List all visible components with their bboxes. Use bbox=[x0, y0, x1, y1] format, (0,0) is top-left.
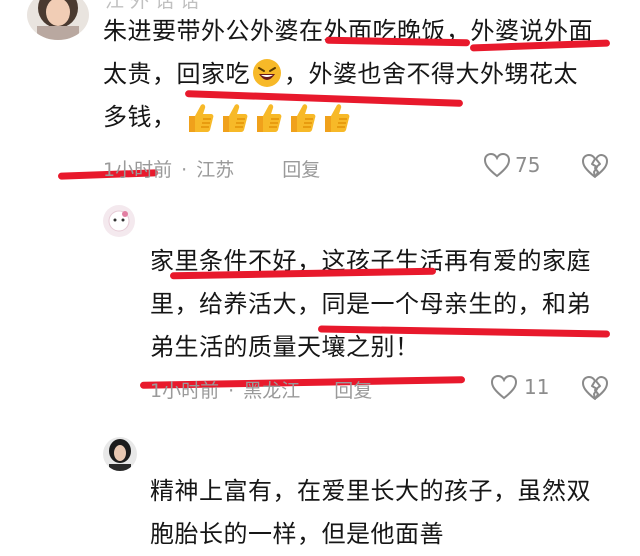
reply-text: 家里条件不好，这孩子生活再有爱的家庭 里，给养活大，同是一个母亲生的，和弟 弟生… bbox=[150, 240, 630, 369]
dislike-button[interactable] bbox=[581, 375, 609, 401]
thumbs-up-icon bbox=[253, 102, 283, 134]
reply-line: 里，给养活大，同是一个母亲生的，和弟 bbox=[150, 290, 591, 318]
comment-line: 精神上富有，在爱里长大的孩子，虽然双 bbox=[150, 477, 591, 505]
reply-button[interactable]: 回复 bbox=[334, 380, 372, 402]
thumbs-up-icon bbox=[321, 102, 351, 134]
meta-row: 1小时前 · 黑龙江 回复 bbox=[150, 380, 373, 402]
dislike-button[interactable] bbox=[581, 153, 609, 179]
thumbs-up-icon bbox=[287, 102, 317, 134]
avatar[interactable] bbox=[103, 205, 135, 237]
avatar[interactable] bbox=[103, 437, 137, 471]
like-count: 11 bbox=[524, 375, 550, 399]
like-button[interactable]: 11 bbox=[490, 374, 549, 400]
broken-heart-icon bbox=[582, 154, 608, 178]
comment-text: 精神上富有，在爱里长大的孩子，虽然双 胞胎长的一样，但是他面善 bbox=[150, 470, 630, 556]
like-count: 75 bbox=[515, 153, 541, 177]
comment-line: 胞胎长的一样，但是他面善 bbox=[150, 520, 444, 548]
comment-line: 太贵，回家吃 ，外婆也舍不得大外甥花太 bbox=[103, 58, 578, 88]
location: 黑龙江 bbox=[243, 380, 301, 402]
comment-text: 朱进要带外公外婆在外面吃晚饭，外婆说外面 太贵，回家吃 ，外婆也舍不得大外甥花太… bbox=[103, 10, 623, 139]
like-button[interactable]: 75 bbox=[483, 152, 540, 178]
heart-icon bbox=[490, 374, 518, 400]
avatar[interactable] bbox=[27, 0, 89, 40]
timestamp: 1小时前 bbox=[150, 380, 220, 402]
thumbs-up-icons bbox=[185, 102, 355, 134]
reply-button[interactable]: 回复 bbox=[282, 159, 320, 181]
heart-icon bbox=[483, 152, 511, 178]
thumbs-up-icon bbox=[185, 102, 215, 134]
timestamp: 1小时前 bbox=[103, 159, 173, 181]
meta-row: 1小时前 · 江苏 回复 bbox=[103, 159, 321, 181]
laughing-emoji-icon bbox=[252, 58, 282, 88]
broken-heart-icon bbox=[582, 376, 608, 400]
thumbs-up-icon bbox=[219, 102, 249, 134]
location: 江苏 bbox=[196, 159, 235, 181]
